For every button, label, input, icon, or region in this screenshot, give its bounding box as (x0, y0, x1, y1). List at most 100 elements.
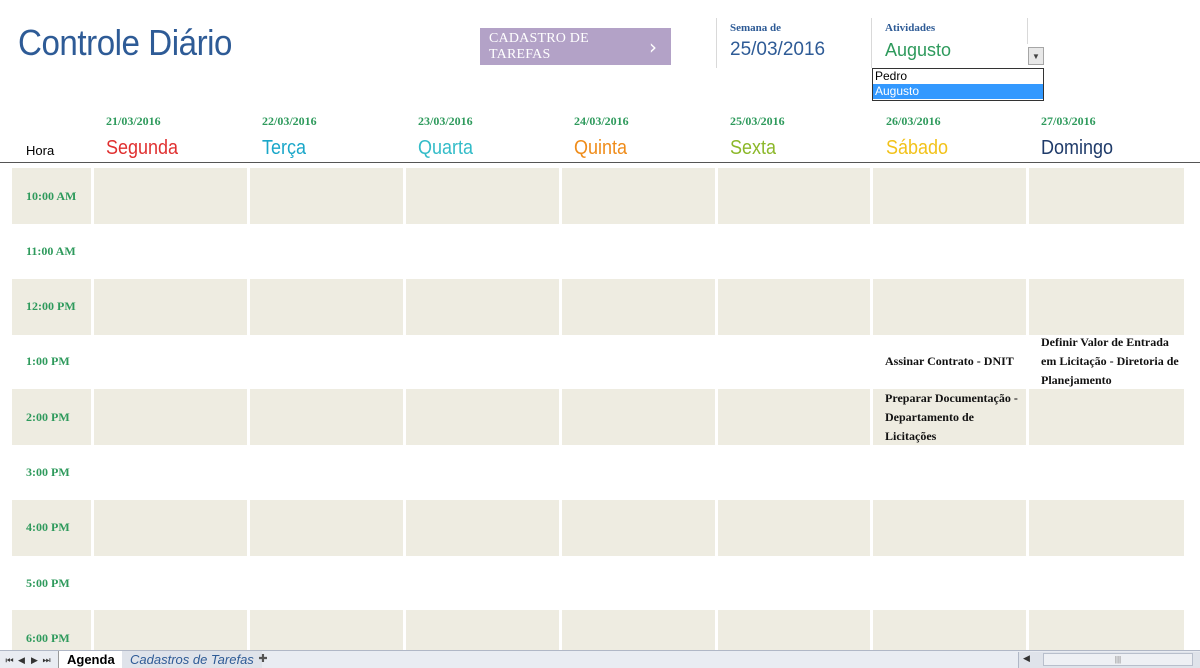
schedule-cell[interactable] (718, 168, 870, 224)
hora-column-header: Hora (26, 143, 55, 158)
schedule-cell[interactable] (94, 278, 247, 335)
page-title: Controle Diário (18, 22, 233, 63)
atividades-dropdown-list: Pedro Augusto (872, 68, 1044, 101)
schedule-cell[interactable] (94, 445, 247, 501)
day-name-3: Quinta (574, 137, 628, 159)
schedule-cell[interactable] (873, 445, 1026, 501)
schedule-cell[interactable] (94, 499, 247, 556)
day-date-0: 21/03/2016 (106, 114, 161, 128)
schedule-cell[interactable] (94, 389, 247, 446)
schedule-cell[interactable] (718, 334, 870, 390)
atividades-select-value[interactable]: Augusto (885, 40, 951, 61)
new-sheet-icon[interactable]: ✚ (255, 652, 271, 667)
schedule-cell[interactable] (718, 223, 870, 279)
schedule-cell[interactable] (562, 499, 715, 556)
schedule-cell[interactable] (718, 499, 870, 556)
schedule-cell[interactable] (406, 445, 559, 501)
schedule-cell[interactable] (94, 334, 247, 390)
schedule-cell[interactable] (873, 223, 1026, 279)
schedule-cell[interactable] (873, 168, 1026, 224)
semana-value[interactable]: 25/03/2016 (730, 39, 825, 61)
schedule-cell[interactable] (562, 389, 715, 446)
scrollbar-thumb[interactable]: ||| (1043, 653, 1193, 666)
tab-agenda[interactable]: Agenda (58, 651, 124, 668)
first-sheet-icon[interactable]: ⏮ (4, 653, 15, 667)
time-label: 5:00 PM (26, 575, 70, 590)
schedule-cell[interactable] (562, 168, 715, 224)
schedule-cell[interactable] (1029, 223, 1184, 279)
schedule-cell[interactable] (873, 499, 1026, 556)
schedule-row: 2:00 PM Preparar Documentação - Departame… (12, 389, 1184, 446)
day-date-3: 24/03/2016 (574, 114, 629, 128)
schedule-cell[interactable] (1029, 168, 1184, 224)
last-sheet-icon[interactable]: ⏭ (41, 653, 52, 667)
sheet-tab-bar: ⏮ ◀ ▶ ⏭ Agenda Cadastros de Tarefas ✚ ◀ … (0, 650, 1200, 668)
schedule-cell[interactable] (718, 445, 870, 501)
schedule-row: 5:00 PM (12, 555, 1184, 611)
day-date-4: 25/03/2016 (730, 114, 785, 128)
cadastro-de-tarefas-button[interactable]: CADASTRO DE TAREFAS › (480, 28, 671, 65)
day-name-5: Sábado (886, 137, 949, 159)
schedule-cell[interactable] (406, 555, 559, 611)
day-name-4: Sexta (730, 137, 777, 159)
schedule-cell[interactable] (94, 223, 247, 279)
time-label: 1:00 PM (26, 354, 70, 369)
schedule-cell[interactable] (562, 278, 715, 335)
day-name-1: Terça (262, 137, 307, 159)
schedule-cell[interactable] (1029, 389, 1184, 446)
schedule-cell[interactable] (562, 334, 715, 390)
dropdown-arrow-icon[interactable]: ▼ (1028, 47, 1044, 65)
day-name-0: Segunda (106, 137, 179, 159)
schedule-cell[interactable] (718, 389, 870, 446)
chevron-right-icon: › (649, 34, 657, 59)
semana-label: Semana de (730, 22, 782, 34)
schedule-cell[interactable] (873, 555, 1026, 611)
schedule-cell[interactable] (873, 278, 1026, 335)
schedule-cell[interactable] (250, 278, 403, 335)
schedule-cell[interactable] (406, 389, 559, 446)
schedule-cell[interactable] (1029, 445, 1184, 501)
day-date-1: 22/03/2016 (262, 114, 317, 128)
time-label: 12:00 PM (12, 278, 91, 335)
dropdown-option-augusto[interactable]: Augusto (873, 84, 1043, 99)
schedule-cell[interactable] (250, 223, 403, 279)
schedule-cell[interactable] (562, 445, 715, 501)
schedule-cell[interactable] (406, 499, 559, 556)
tab-cadastros-de-tarefas[interactable]: Cadastros de Tarefas (122, 651, 262, 668)
schedule-row: 11:00 AM (12, 223, 1184, 279)
schedule-cell[interactable] (1029, 499, 1184, 556)
schedule-cell[interactable] (406, 168, 559, 224)
schedule-row: 4:00 PM (12, 499, 1184, 556)
task-entry[interactable]: Preparar Documentação - Departamento de … (873, 389, 1026, 446)
schedule-cell[interactable] (94, 555, 247, 611)
task-entry[interactable]: Definir Valor de Entrada em Licitação - … (1029, 334, 1184, 390)
schedule-cell[interactable] (250, 389, 403, 446)
schedule-cell[interactable] (250, 499, 403, 556)
day-date-5: 26/03/2016 (886, 114, 941, 128)
schedule-cell[interactable] (250, 555, 403, 611)
schedule-row: 10:00 AM (12, 168, 1184, 224)
schedule-cell[interactable] (94, 168, 247, 224)
schedule-cell[interactable] (562, 555, 715, 611)
schedule-cell[interactable] (718, 555, 870, 611)
horizontal-scrollbar[interactable]: ◀ ||| (1018, 652, 1200, 668)
day-date-2: 23/03/2016 (418, 114, 473, 128)
header-divider (0, 162, 1200, 163)
time-label: 10:00 AM (12, 168, 91, 224)
schedule-cell[interactable] (718, 278, 870, 335)
schedule-cell[interactable] (406, 278, 559, 335)
schedule-cell[interactable] (250, 168, 403, 224)
schedule-cell[interactable] (250, 334, 403, 390)
schedule-cell[interactable] (1029, 555, 1184, 611)
dropdown-option-pedro[interactable]: Pedro (873, 69, 1043, 84)
prev-sheet-icon[interactable]: ◀ (16, 653, 27, 667)
schedule-cell[interactable] (562, 223, 715, 279)
day-date-6: 27/03/2016 (1041, 114, 1096, 128)
next-sheet-icon[interactable]: ▶ (29, 653, 40, 667)
scroll-left-icon[interactable]: ◀ (1023, 653, 1030, 664)
task-entry[interactable]: Assinar Contrato - DNIT (873, 334, 1026, 390)
schedule-cell[interactable] (406, 223, 559, 279)
schedule-cell[interactable] (406, 334, 559, 390)
schedule-cell[interactable] (1029, 278, 1184, 335)
schedule-cell[interactable] (250, 445, 403, 501)
